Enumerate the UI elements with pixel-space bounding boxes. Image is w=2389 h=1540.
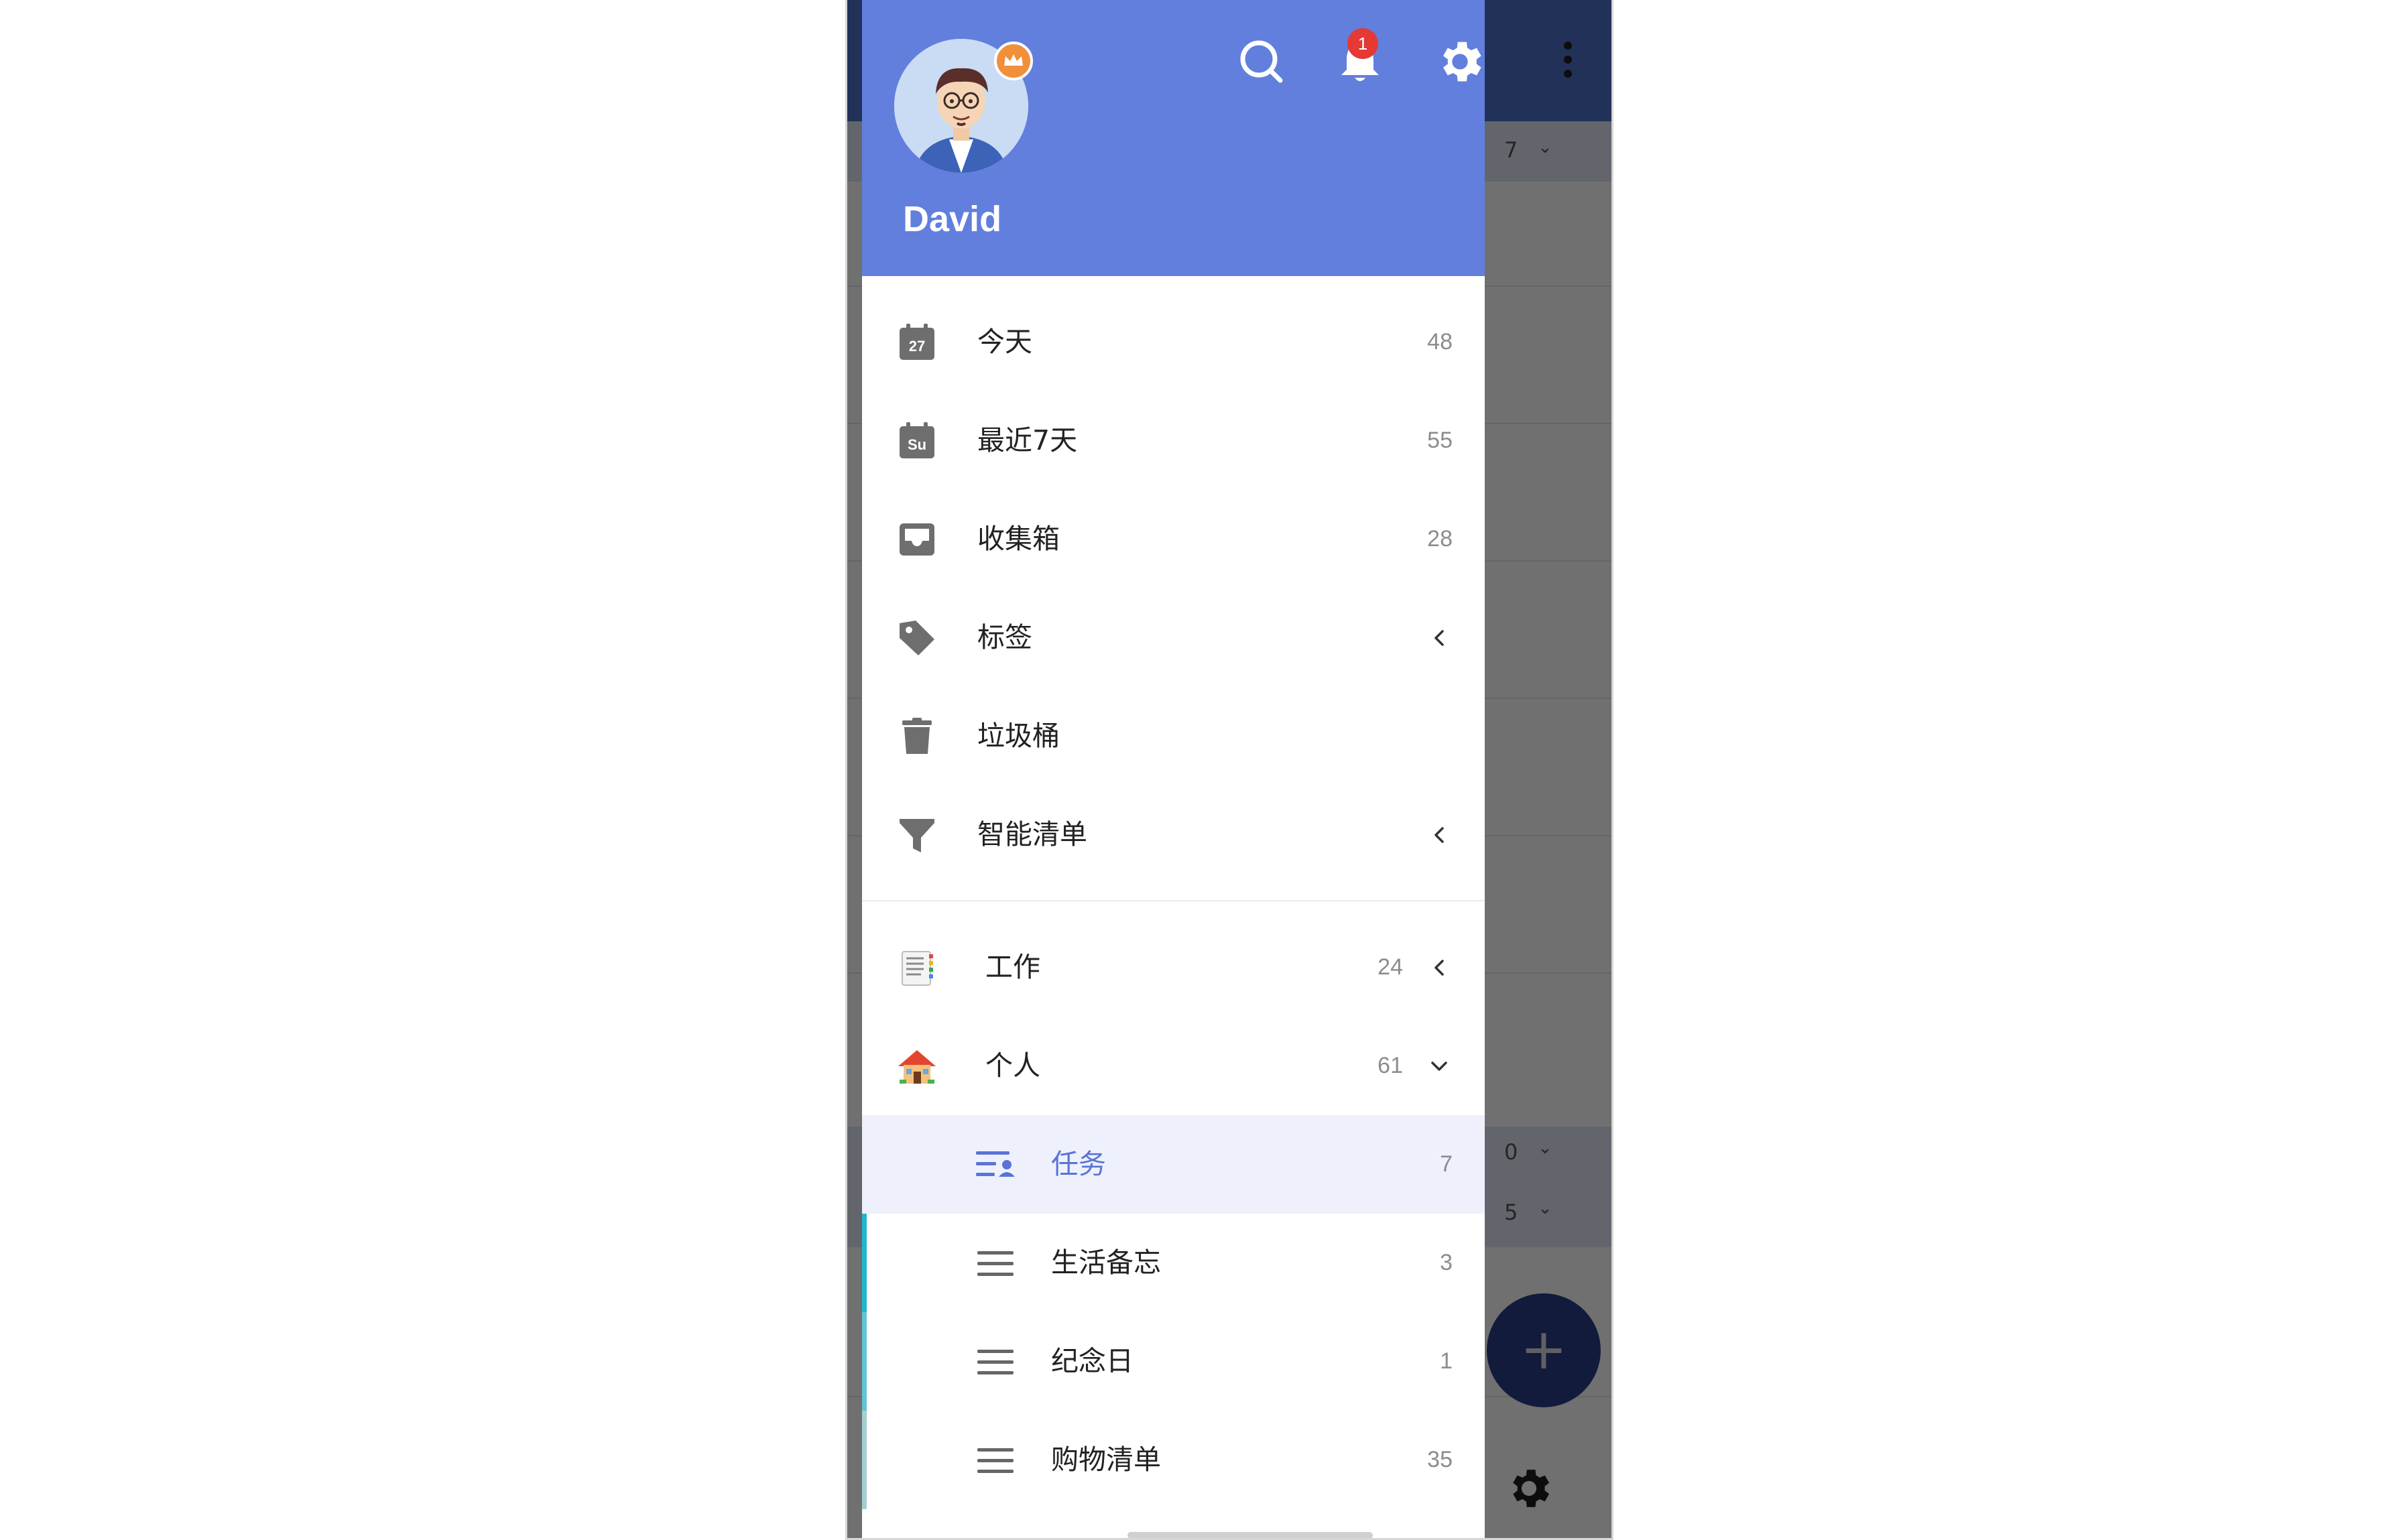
list-count: 1 [1440,1348,1453,1374]
folder-work[interactable]: 工作 24 [862,918,1485,1017]
calendar-27-icon: 27 [900,324,934,360]
list-label: 任务 [1051,1148,1106,1180]
chevron-down-icon[interactable] [1426,1053,1453,1080]
nav-item-tags[interactable]: 标签 [862,588,1485,687]
calendar-date-text: 27 [909,338,925,355]
chevron-left-icon[interactable] [1426,625,1453,651]
inbox-icon [900,523,934,556]
nav-item-count: 28 [1427,526,1453,552]
list-icon [977,1350,1014,1374]
gear-icon[interactable] [1433,35,1487,88]
list-count: 35 [1427,1447,1453,1472]
nav-item-next-7-days[interactable]: Su 最近7天 55 [862,391,1485,490]
folder-count: 61 [1377,1053,1403,1078]
nav-item-label: 标签 [977,621,1032,653]
notification-badge: 1 [1347,28,1378,59]
nav-item-today[interactable]: 27 今天 48 [862,293,1485,391]
nav-item-label: 今天 [977,326,1032,358]
nav-item-label: 最近7天 [977,424,1078,456]
list-label: 生活备忘 [1051,1246,1161,1279]
nav-item-trash[interactable]: 垃圾桶 [862,687,1485,785]
chevron-left-icon[interactable] [1426,822,1453,848]
notepad-emoji-icon [902,951,933,986]
folder-count: 24 [1377,954,1403,980]
list-count: 7 [1440,1151,1453,1177]
list-item-tasks[interactable]: 任务 7 [862,1115,1485,1214]
list-item-anniversaries[interactable]: 纪念日 1 [862,1312,1485,1411]
username: David [903,199,1002,239]
tag-icon [900,621,934,655]
nav-item-label: 收集箱 [977,523,1060,555]
chevron-left-icon[interactable] [1426,954,1453,981]
list-person-icon [976,1151,1015,1177]
nav-item-label: 智能清单 [977,818,1087,850]
nav-item-inbox[interactable]: 收集箱 28 [862,490,1485,588]
folder-label: 工作 [985,951,1040,983]
list-item-life-notes[interactable]: 生活备忘 3 [862,1214,1485,1312]
list-color-stripe [862,1411,867,1509]
home-indicator[interactable] [1127,1532,1373,1538]
nav-item-smart-lists[interactable]: 智能清单 [862,785,1485,884]
calendar-su-icon: Su [900,422,934,458]
search-icon[interactable] [1235,35,1288,88]
folder-personal[interactable]: 个人 61 [862,1017,1485,1115]
list-icon [977,1251,1014,1276]
list-label: 纪念日 [1051,1345,1134,1377]
phone-screen: 7 ⌄ 0 ⌄ 5 ⌄ + [845,0,1613,1540]
navigation-drawer: David 1 27 今天 48 Su 最近7天 55 收集箱 28 标签 垃圾… [862,0,1485,1538]
nav-item-label: 垃圾桶 [977,720,1060,752]
nav-item-count: 55 [1427,428,1453,453]
trash-icon [902,718,932,754]
crown-icon [994,42,1033,80]
list-icon [977,1448,1014,1473]
folder-label: 个人 [985,1049,1040,1082]
filter-icon [900,819,934,852]
list-color-stripe [862,1312,867,1411]
list-label: 购物清单 [1051,1443,1161,1476]
nav-item-count: 48 [1427,329,1453,355]
house-emoji-icon [898,1050,936,1084]
list-count: 3 [1440,1250,1453,1275]
section-divider [862,900,1485,901]
list-item-shopping[interactable]: 购物清单 35 [862,1411,1485,1509]
list-color-stripe [862,1214,867,1312]
drawer-header: David 1 [862,0,1485,276]
calendar-day-text: Su [908,436,926,453]
